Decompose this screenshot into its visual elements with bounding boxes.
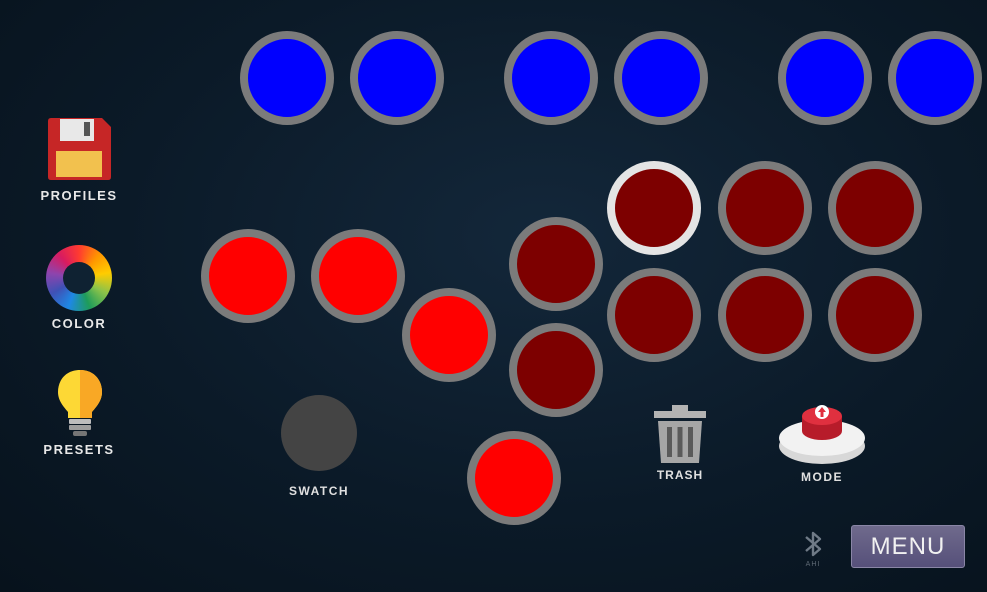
dark-red-button-7[interactable] [828,268,922,362]
bluetooth-caption: AHI [805,561,821,568]
floppy-disk-icon [48,118,111,180]
color-swatch[interactable] [281,395,357,471]
color-label: COLOR [51,316,107,331]
color-wheel-icon [46,245,112,311]
profiles-label: PROFILES [40,188,118,203]
blue-button-2[interactable] [350,31,444,125]
trash-label: TRASH [656,468,704,482]
dark-red-button-4[interactable] [828,161,922,255]
dark-red-button-2[interactable] [509,323,603,417]
blue-button-5[interactable] [778,31,872,125]
blue-button-6[interactable] [888,31,982,125]
dark-red-button-5[interactable] [607,268,701,362]
dark-red-button-1[interactable] [509,217,603,311]
swatch-label: SWATCH [288,484,350,498]
red-button-1[interactable] [201,229,295,323]
blue-button-4[interactable] [614,31,708,125]
blue-button-3[interactable] [504,31,598,125]
dark-red-button-selected[interactable] [607,161,701,255]
dark-red-button-6[interactable] [718,268,812,362]
menu-button[interactable]: MENU [851,525,965,568]
blue-button-1[interactable] [240,31,334,125]
presets-label: PRESETS [43,442,115,457]
red-button-2[interactable] [311,229,405,323]
red-button-4[interactable] [467,431,561,525]
mode-arcade-button-icon [779,405,865,464]
trash-icon [654,405,706,463]
red-button-3[interactable] [402,288,496,382]
dark-red-button-3[interactable] [718,161,812,255]
mode-label: MODE [801,470,843,484]
bluetooth-icon [805,531,822,557]
light-bulb-icon [58,370,102,436]
